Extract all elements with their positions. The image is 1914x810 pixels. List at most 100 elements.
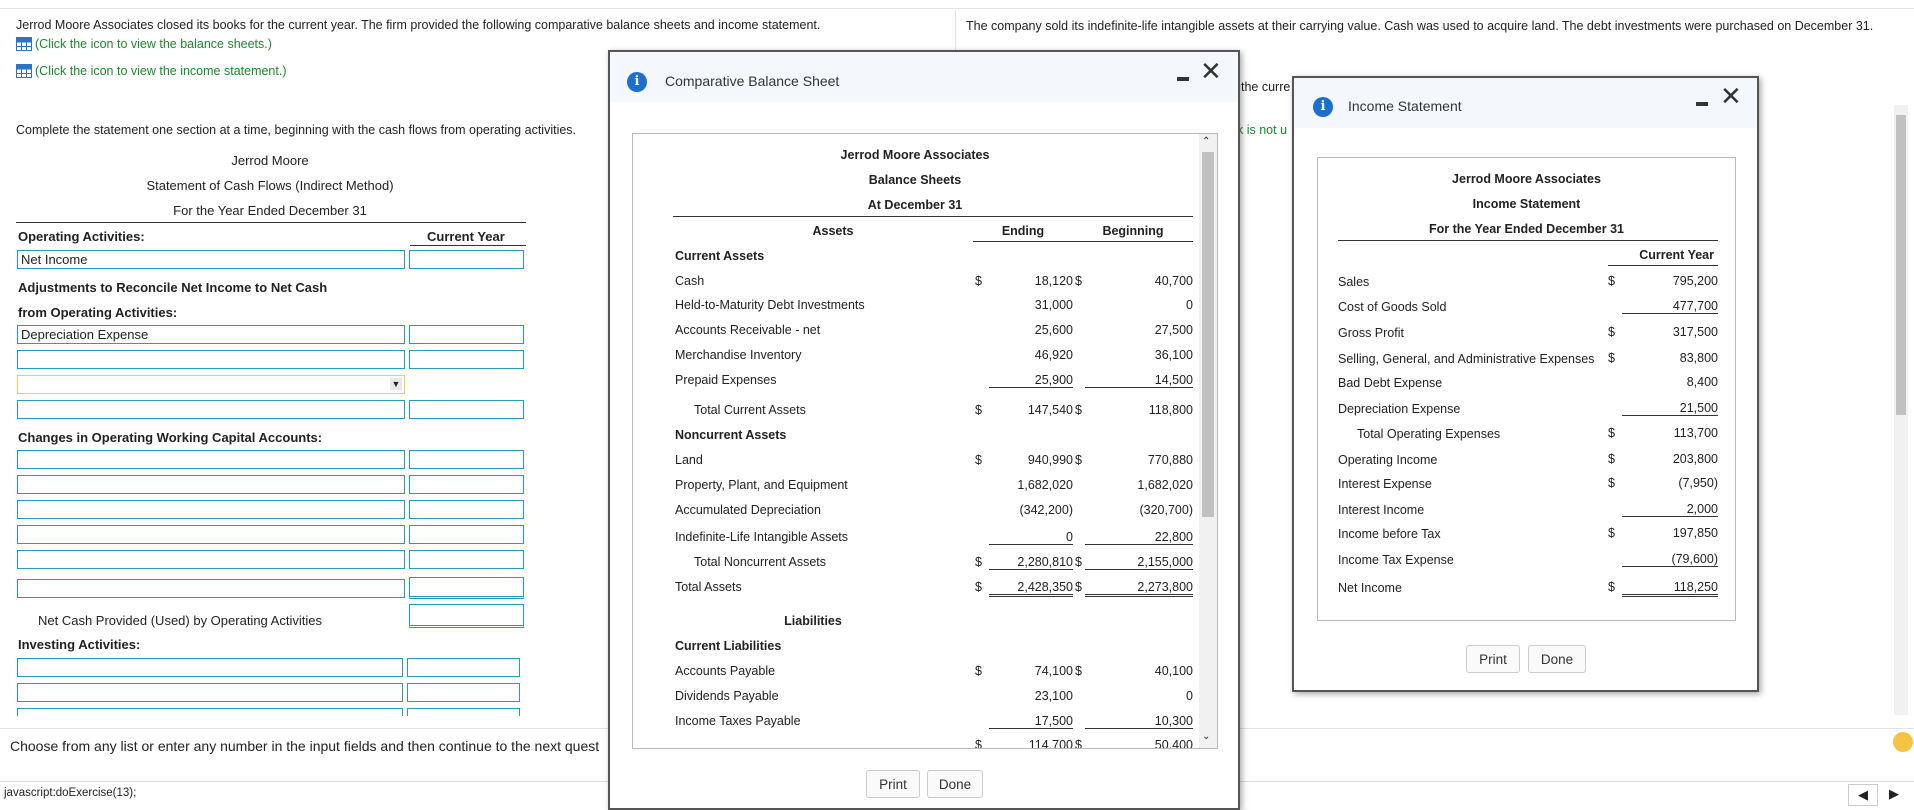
change-amount-4[interactable] [409, 525, 524, 544]
bs-ending-value: 2,428,350 [989, 580, 1073, 597]
is-row-label: Interest Income [1338, 503, 1425, 517]
bs-row-label: Total Assets [675, 580, 742, 594]
investing-amount-2[interactable] [407, 683, 520, 702]
is-row-label: Total Operating Expenses [1357, 427, 1501, 441]
info-icon: i [627, 72, 647, 92]
table-icon [16, 37, 32, 51]
bs-liabilities-label: Liabilities [784, 614, 842, 628]
dropdown-arrow-icon[interactable]: ▼ [390, 378, 402, 390]
bs-ending-value: 147,540 [1027, 403, 1073, 417]
investing-amount-1[interactable] [407, 658, 520, 677]
balance-sheet-link-text[interactable]: (Click the icon to view the balance shee… [35, 37, 272, 51]
scroll-up-icon[interactable]: ⌃ [1202, 136, 1210, 147]
is-value: (79,600) [1622, 552, 1718, 567]
investing-field-2[interactable] [17, 683, 403, 702]
table-icon [16, 64, 32, 78]
adjustment-dropdown[interactable]: ▼ [17, 375, 405, 394]
adjustment-amount-2[interactable] [409, 350, 524, 369]
close-icon[interactable]: ✕ [1200, 59, 1222, 85]
change-amount-3[interactable] [409, 500, 524, 519]
net-income-field[interactable]: Net Income [17, 250, 405, 269]
ws-net-cash-operating: Net Cash Provided (Used) by Operating Ac… [38, 613, 322, 628]
bs-row-label: Accumulated Depreciation [675, 503, 821, 517]
next-button[interactable]: ▶ [1880, 784, 1908, 804]
bs-done-button[interactable]: Done [927, 770, 983, 798]
ws-company: Jerrod Moore [231, 153, 309, 168]
balance-sheet-link[interactable]: (Click the icon to view the balance shee… [16, 37, 272, 51]
income-statement-panel: Jerrod Moore Associates Income Statement… [1317, 157, 1736, 621]
bs-dollar-sign: $ [975, 580, 982, 594]
bs-col-assets: Assets [812, 224, 854, 238]
bs-beginning-value: 50,400 [1154, 738, 1193, 749]
bs-beginning-value: 36,100 [1154, 348, 1193, 362]
is-dollar-sign: $ [1608, 274, 1615, 288]
change-amount-1[interactable] [409, 450, 524, 469]
change-field-6[interactable] [17, 579, 405, 598]
bs-dollar-sign: $ [975, 274, 982, 288]
ws-period: For the Year Ended December 31 [173, 203, 367, 218]
change-amount-6[interactable] [409, 577, 524, 599]
net-income-amount[interactable] [409, 250, 524, 269]
page-scrollbar-thumb[interactable] [1896, 115, 1906, 415]
prev-button[interactable]: ◀ [1848, 784, 1878, 806]
adjustment-field-2[interactable] [17, 350, 405, 369]
ws-investing-header: Investing Activities: [18, 637, 141, 652]
page-scrollbar[interactable] [1894, 105, 1908, 715]
bs-row-label: Income Taxes Payable [675, 714, 801, 728]
minimize-icon[interactable] [1696, 102, 1708, 106]
bs-print-button[interactable]: Print [866, 770, 920, 798]
bs-beginning-value: 770,880 [1147, 453, 1193, 467]
investing-field-3[interactable] [17, 708, 403, 716]
bs-ending-value: 31,000 [1034, 298, 1073, 312]
investing-amount-3[interactable] [407, 708, 520, 716]
close-icon[interactable]: ✕ [1720, 84, 1742, 110]
is-value: 795,200 [1672, 274, 1718, 288]
investing-field-1[interactable] [17, 658, 403, 677]
is-row-label: Income Tax Expense [1338, 553, 1454, 567]
bs-ending-value: 23,100 [1034, 689, 1073, 703]
minimize-icon[interactable] [1177, 77, 1189, 81]
bs-scrollbar-thumb[interactable] [1202, 152, 1214, 517]
bs-beginning-value: 1,682,020 [1137, 478, 1193, 492]
is-done-button[interactable]: Done [1528, 645, 1586, 673]
bs-header-rule [673, 216, 1193, 217]
change-field-5[interactable] [17, 550, 405, 569]
is-row-label: Sales [1338, 275, 1370, 289]
bs-ending-value: 25,600 [1034, 323, 1073, 337]
help-icon[interactable] [1893, 732, 1913, 752]
ws-adjustments-line2: from Operating Activities: [18, 305, 178, 320]
bs-beginning-value: 27,500 [1154, 323, 1193, 337]
problem-text: The company sold its indefinite-life int… [966, 19, 1874, 33]
is-row-label: Operating Income [1338, 453, 1438, 467]
depreciation-field[interactable]: Depreciation Expense [17, 325, 405, 344]
bs-row-label: Land [675, 453, 703, 467]
change-amount-2[interactable] [409, 475, 524, 494]
intro-text: Jerrod Moore Associates closed its books… [16, 18, 821, 32]
is-print-button[interactable]: Print [1466, 645, 1520, 673]
is-col-rule [1608, 265, 1718, 266]
income-statement-link-text[interactable]: (Click the icon to view the income state… [35, 64, 287, 78]
bs-ending-value: 25,900 [989, 373, 1073, 388]
change-field-4[interactable] [17, 525, 405, 544]
depreciation-amount[interactable] [409, 325, 524, 344]
bs-beginning-value: 40,100 [1154, 664, 1193, 678]
change-field-3[interactable] [17, 500, 405, 519]
bs-beginning-value: 2,273,800 [1085, 580, 1193, 597]
bs-scrollbar[interactable]: ⌃ ⌄ [1199, 134, 1217, 748]
ws-column-header: Current Year [427, 229, 505, 244]
is-value: 113,700 [1673, 426, 1718, 440]
bs-row-label: Held-to-Maturity Debt Investments [675, 298, 865, 312]
bs-row-label: Property, Plant, and Equipment [675, 478, 848, 492]
change-field-2[interactable] [17, 475, 405, 494]
is-row-label: Cost of Goods Sold [1338, 300, 1447, 314]
adjustment-field-4[interactable] [17, 400, 405, 419]
adjustment-amount-4[interactable] [409, 400, 524, 419]
change-amount-5[interactable] [409, 550, 524, 569]
income-statement-link[interactable]: (Click the icon to view the income state… [16, 64, 287, 78]
bs-row-label: Total Noncurrent Assets [694, 555, 827, 569]
net-cash-operating-amount[interactable] [409, 604, 524, 628]
bs-ending-value: 18,120 [1034, 274, 1073, 288]
scroll-down-icon[interactable]: ⌄ [1202, 731, 1210, 742]
change-field-1[interactable] [17, 450, 405, 469]
status-text: javascript:doExercise(13); [4, 787, 137, 799]
